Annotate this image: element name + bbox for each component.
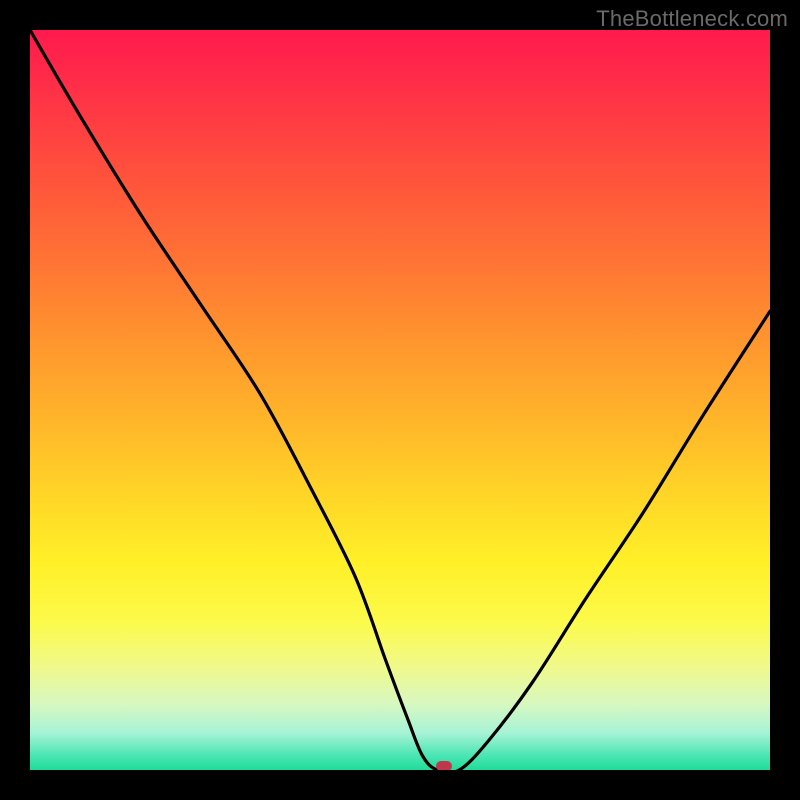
chart-frame: TheBottleneck.com — [0, 0, 800, 800]
watermark-text: TheBottleneck.com — [596, 6, 788, 32]
curve-path — [30, 30, 770, 770]
bottleneck-curve — [30, 30, 770, 770]
min-marker — [436, 761, 452, 770]
plot-area — [30, 30, 770, 770]
